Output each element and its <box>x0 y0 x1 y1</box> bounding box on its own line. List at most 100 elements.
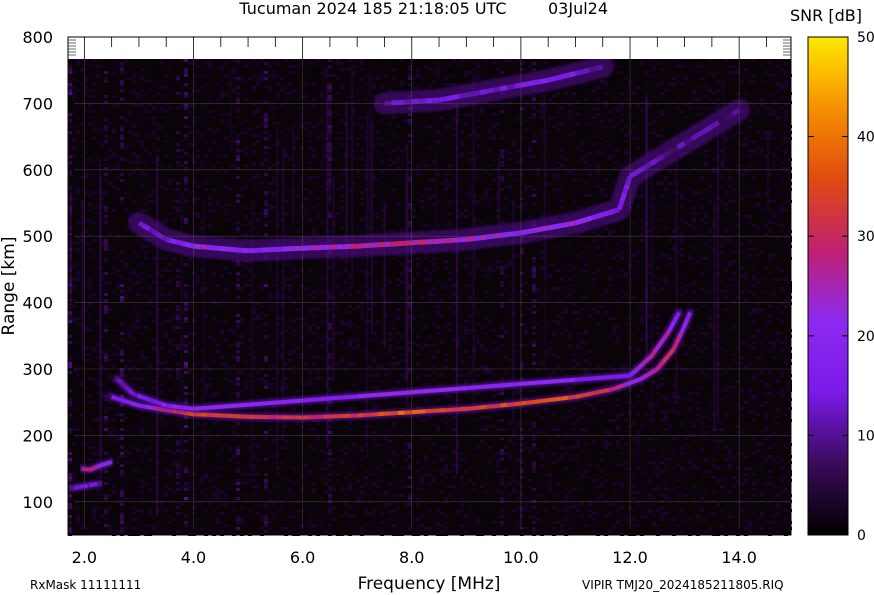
noise-cell <box>328 296 332 299</box>
noise-cell <box>200 527 204 530</box>
noise-cell <box>372 455 376 458</box>
noise-cell <box>156 71 160 74</box>
noise-cell <box>208 260 212 263</box>
noise-cell <box>416 164 420 167</box>
noise-cell <box>76 248 80 251</box>
noise-cell <box>104 311 108 314</box>
noise-cell <box>420 383 424 386</box>
noise-cell <box>196 326 200 329</box>
noise-cell <box>260 104 264 107</box>
noise-cell <box>396 80 400 83</box>
noise-cell <box>152 260 156 263</box>
noise-cell <box>128 197 132 200</box>
noise-cell <box>396 431 400 434</box>
noise-cell <box>156 92 160 95</box>
noise-cell <box>204 146 208 149</box>
noise-cell <box>400 485 404 488</box>
noise-cell <box>96 458 100 461</box>
noise-cell <box>408 161 412 164</box>
noise-cell <box>128 497 132 500</box>
noise-cell <box>308 140 312 143</box>
noise-cell <box>400 218 404 221</box>
noise-cell <box>344 80 348 83</box>
noise-cell <box>288 368 292 371</box>
noise-cell <box>360 461 364 464</box>
noise-cell <box>356 377 360 380</box>
noise-cell <box>168 449 172 452</box>
noise-cell <box>272 68 276 71</box>
noise-cell <box>340 194 344 197</box>
noise-cell <box>240 77 244 80</box>
noise-cell <box>212 497 216 500</box>
noise-cell <box>316 518 320 521</box>
noise-cell <box>308 467 312 470</box>
noise-cell <box>400 71 404 74</box>
noise-cell <box>220 320 224 323</box>
noise-cell <box>380 86 384 89</box>
noise-cell <box>68 389 72 392</box>
noise-cell <box>360 218 364 221</box>
noise-cell <box>224 437 228 440</box>
noise-cell <box>360 59 364 62</box>
noise-cell <box>108 428 112 431</box>
noise-cell <box>360 68 364 71</box>
noise-cell <box>328 458 332 461</box>
noise-cell <box>340 68 344 71</box>
noise-cell <box>68 65 72 68</box>
noise-cell <box>420 515 424 518</box>
noise-cell <box>396 362 400 365</box>
noise-cell <box>280 458 284 461</box>
noise-cell <box>120 494 124 497</box>
noise-cell <box>236 116 240 119</box>
noise-cell <box>132 122 136 125</box>
noise-cell <box>252 59 256 62</box>
noise-cell <box>184 197 188 200</box>
noise-cell <box>232 131 236 134</box>
noise-cell <box>284 155 288 158</box>
noise-cell <box>384 428 388 431</box>
chart-date: 03Jul24 <box>548 0 608 18</box>
noise-cell <box>312 155 316 158</box>
noise-cell <box>72 242 76 245</box>
noise-cell <box>212 350 216 353</box>
noise-cell <box>320 179 324 182</box>
noise-cell <box>264 515 268 518</box>
noise-cell <box>272 446 276 449</box>
noise-cell <box>136 482 140 485</box>
noise-cell <box>408 320 412 323</box>
noise-cell <box>148 260 152 263</box>
noise-cell <box>176 386 180 389</box>
noise-cell <box>380 155 384 158</box>
noise-cell <box>316 68 320 71</box>
noise-cell <box>400 467 404 470</box>
noise-cell <box>396 149 400 152</box>
noise-cell <box>336 212 340 215</box>
noise-cell <box>300 125 304 128</box>
noise-cell <box>420 221 424 224</box>
noise-cell <box>236 392 240 395</box>
noise-cell <box>176 152 180 155</box>
noise-cell <box>112 482 116 485</box>
noise-cell <box>208 146 212 149</box>
noise-cell <box>188 80 192 83</box>
noise-cell <box>204 155 208 158</box>
noise-cell <box>124 191 128 194</box>
noise-cell <box>168 299 172 302</box>
noise-cell <box>220 194 224 197</box>
noise-cell <box>308 392 312 395</box>
noise-cell <box>252 509 256 512</box>
noise-cell <box>416 62 420 65</box>
noise-cell <box>328 524 332 527</box>
noise-cell <box>288 320 292 323</box>
noise-cell <box>136 296 140 299</box>
noise-cell <box>372 491 376 494</box>
noise-cell <box>160 329 164 332</box>
noise-cell <box>288 95 292 98</box>
noise-cell <box>232 365 236 368</box>
noise-cell <box>348 482 352 485</box>
noise-cell <box>212 158 216 161</box>
noise-cell <box>216 200 220 203</box>
noise-cell <box>328 230 332 233</box>
noise-cell <box>368 365 372 368</box>
noise-cell <box>232 482 236 485</box>
